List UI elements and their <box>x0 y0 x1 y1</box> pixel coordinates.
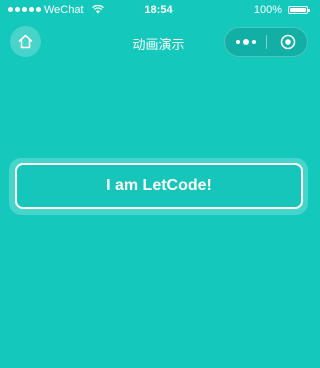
more-icon <box>235 40 240 44</box>
close-circle-icon <box>280 34 295 50</box>
more-icon-dot <box>242 39 249 45</box>
capsule-menu <box>224 27 308 57</box>
status-bar: WeChat 18:54 100% <box>0 0 317 22</box>
more-icon-dot <box>251 40 256 44</box>
close-button[interactable] <box>267 28 308 56</box>
battery-icon <box>288 6 310 14</box>
letcode-button[interactable]: I am LetCode! <box>15 163 303 209</box>
more-button[interactable] <box>225 28 266 56</box>
battery-percentage: 100% <box>253 4 282 16</box>
navigation-bar: 动画演示 <box>0 22 317 64</box>
